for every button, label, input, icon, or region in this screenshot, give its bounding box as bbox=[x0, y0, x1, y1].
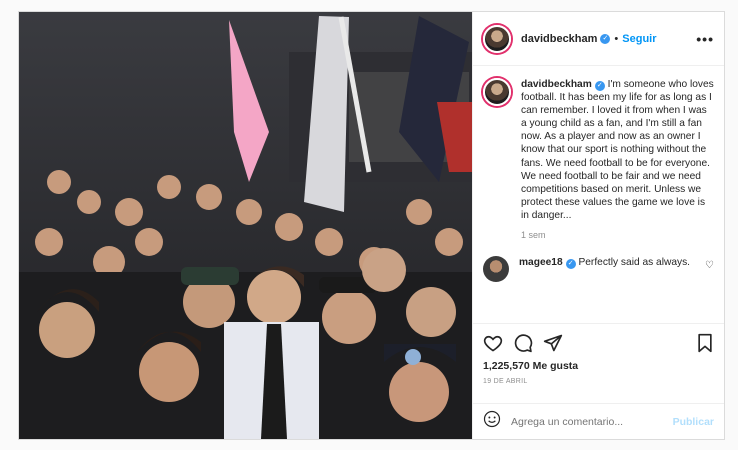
username[interactable]: davidbeckham bbox=[521, 33, 597, 45]
comment-icon[interactable] bbox=[513, 333, 533, 353]
post-image bbox=[19, 12, 472, 439]
share-icon[interactable] bbox=[543, 333, 563, 353]
verified-icon: ✓ bbox=[600, 33, 611, 44]
verified-icon: ✓ bbox=[594, 81, 605, 91]
verified-icon: ✓ bbox=[565, 259, 576, 270]
comment-avatar[interactable] bbox=[483, 256, 509, 283]
comment-username[interactable]: magee18 bbox=[519, 257, 563, 268]
likes-count[interactable]: 1,225,570 Me gusta bbox=[483, 360, 714, 372]
likes-number: 1,225,570 bbox=[483, 360, 530, 372]
comment-input[interactable] bbox=[511, 415, 673, 428]
caption-time: 1 sem bbox=[521, 230, 546, 241]
more-icon[interactable]: ••• bbox=[696, 31, 714, 47]
caption: davidbeckham ✓ I'm someone who loves foot… bbox=[483, 78, 714, 222]
follow-button[interactable]: Seguir bbox=[622, 33, 656, 45]
comment-text: Perfectly said as always. bbox=[578, 257, 691, 269]
caption-avatar[interactable] bbox=[483, 78, 511, 106]
like-icon[interactable] bbox=[483, 333, 503, 353]
post-actions: 1,225,570 Me gusta 19 DE ABRIL bbox=[473, 323, 724, 403]
publish-button[interactable]: Publicar bbox=[673, 416, 714, 428]
separator-dot: • bbox=[614, 32, 619, 45]
emoji-icon[interactable] bbox=[483, 410, 501, 433]
comment-like-icon[interactable]: ♡ bbox=[705, 260, 714, 282]
post-date: 19 DE ABRIL bbox=[483, 378, 528, 385]
avatar[interactable] bbox=[483, 24, 511, 53]
comment-item: magee18 ✓ Perfectly said as always. ♡ bbox=[483, 256, 714, 283]
caption-text: I'm someone who loves football. It has b… bbox=[521, 79, 714, 221]
save-icon[interactable] bbox=[696, 333, 714, 353]
instagram-post: davidbeckham ✓ • Seguir ••• davidbeckham… bbox=[18, 11, 725, 440]
post-header: davidbeckham ✓ • Seguir ••• bbox=[473, 12, 724, 66]
post-sidebar: davidbeckham ✓ • Seguir ••• davidbeckham… bbox=[472, 12, 724, 439]
comments-section: davidbeckham ✓ I'm someone who loves foot… bbox=[473, 66, 724, 323]
add-comment-bar: Publicar bbox=[473, 403, 724, 439]
caption-username[interactable]: davidbeckham bbox=[521, 79, 592, 90]
likes-label: Me gusta bbox=[532, 360, 579, 372]
post-photo[interactable] bbox=[19, 12, 472, 439]
